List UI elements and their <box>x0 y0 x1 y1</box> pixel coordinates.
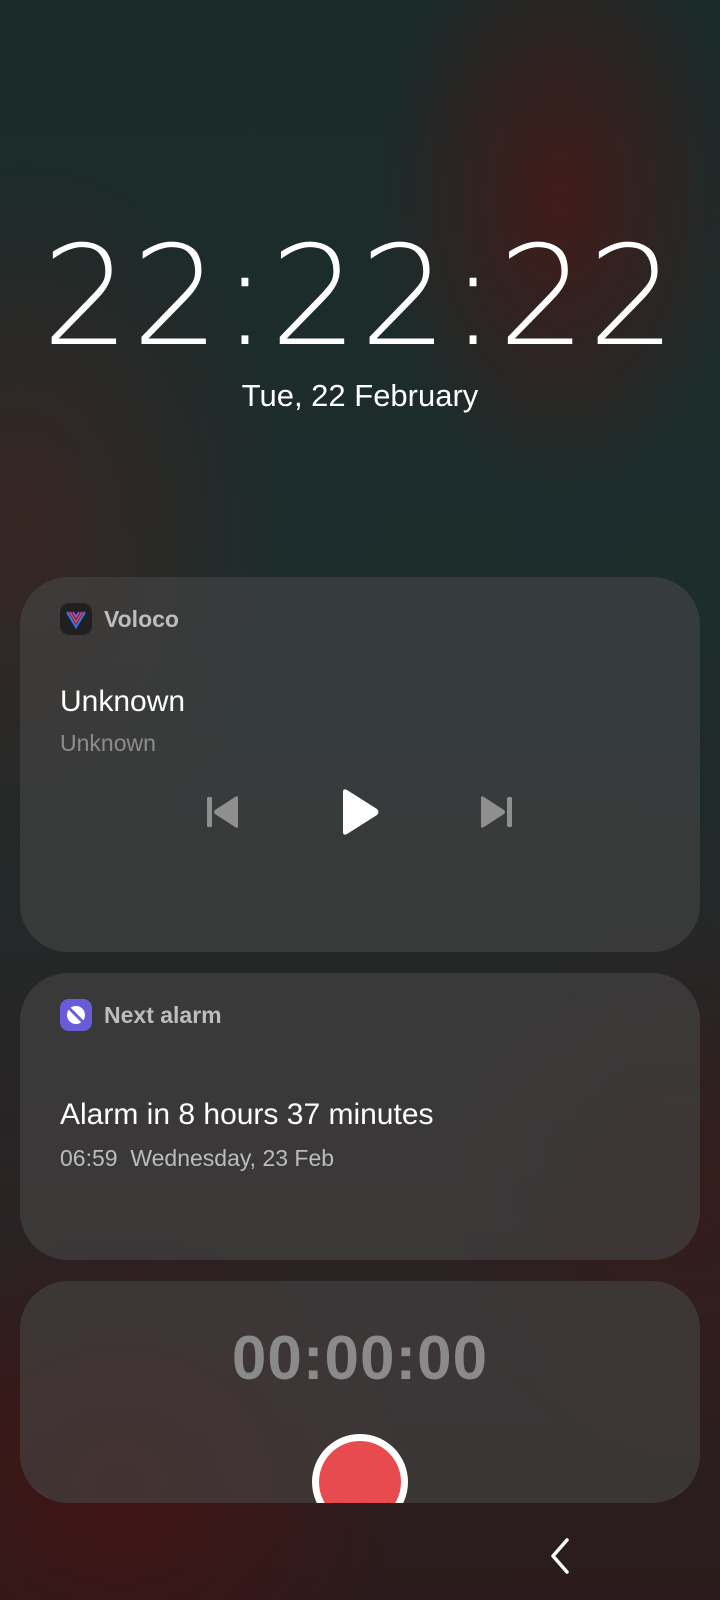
lock-date: Tue, 22 February <box>241 378 479 413</box>
media-app-name: Voloco <box>104 605 179 632</box>
alarm-schedule: 06:59 Wednesday, 23 Feb <box>60 1145 334 1172</box>
next-button[interactable] <box>466 782 526 842</box>
skip-next-icon <box>481 796 512 828</box>
alarm-countdown: Alarm in 8 hours 37 minutes <box>60 1098 434 1131</box>
play-button[interactable] <box>330 782 390 842</box>
back-chevron-icon <box>551 1538 569 1574</box>
back-button[interactable] <box>534 1530 586 1582</box>
voice-recorder-card[interactable]: 00:00:00 <box>20 1281 700 1503</box>
track-title: Unknown <box>60 685 186 718</box>
alarm-day: Wednesday, 23 Feb <box>130 1145 335 1171</box>
voloco-logo-icon <box>60 603 92 635</box>
alarm-app-name: Next alarm <box>104 1001 222 1028</box>
record-icon <box>319 1441 401 1503</box>
alarm-time: 06:59 <box>60 1145 118 1171</box>
media-controls <box>20 782 700 842</box>
next-alarm-card[interactable]: Next alarm Alarm in 8 hours 37 minutes 0… <box>20 973 700 1260</box>
track-artist: Unknown <box>60 730 156 756</box>
previous-button[interactable] <box>193 782 253 842</box>
lock-clock: 22:22:22 <box>42 216 678 377</box>
skip-previous-icon <box>207 796 238 828</box>
media-player-card[interactable]: Voloco Unknown Unknown <box>20 577 700 952</box>
record-button[interactable] <box>312 1434 408 1503</box>
recording-timer: 00:00:00 <box>231 1324 489 1393</box>
alarm-card-header: Next alarm <box>60 999 222 1031</box>
play-icon <box>343 789 379 835</box>
media-card-header: Voloco <box>60 603 179 635</box>
alarm-off-icon <box>60 999 92 1031</box>
